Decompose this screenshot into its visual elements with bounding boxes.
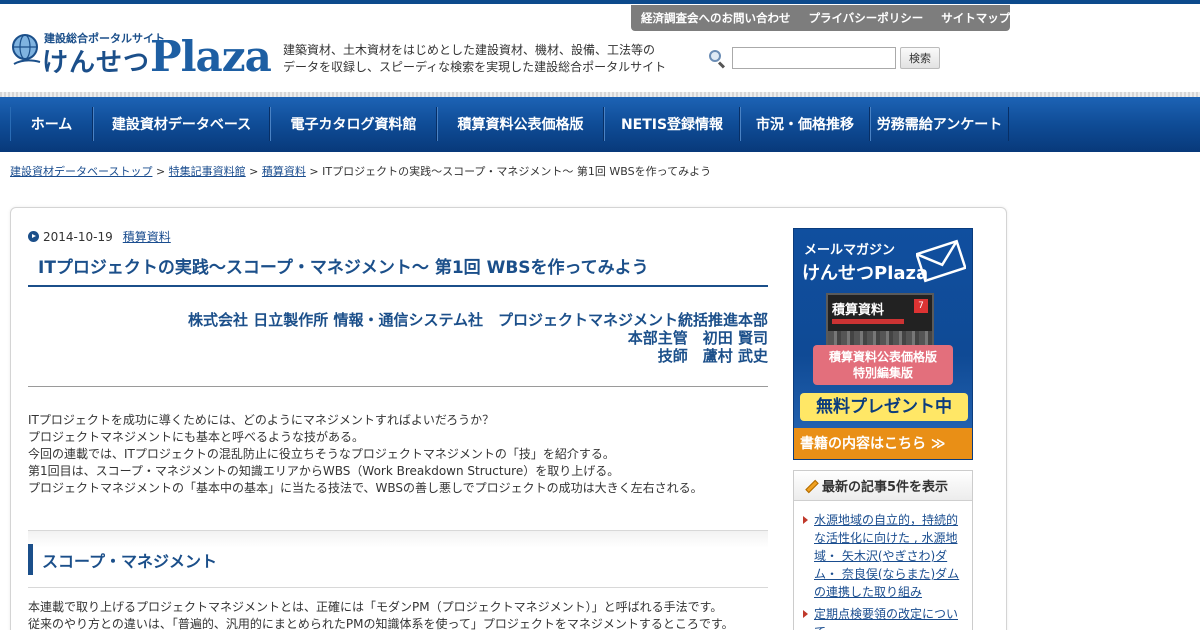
- intro-line: ITプロジェクトを成功に導くためには、どのようにマネジメントすればよいだろうか？: [28, 413, 495, 427]
- intro-line: 第1回目は、スコープ・マネジメントの知識エリアからWBS（Work Breakd…: [28, 464, 620, 478]
- breadcrumb: 建設資材データベーストップ > 特集記事資料館 > 積算資料 > ITプロジェク…: [10, 163, 711, 179]
- logo-plaza: Plaza: [150, 32, 272, 81]
- author-name-1: 本部主管 初田 賢司: [627, 329, 768, 347]
- book-number: 7: [914, 299, 928, 313]
- mail-magazine-banner[interactable]: メールマガジン けんせつPlaza 積算資料 7 積算資料公表価格版 特別編集版…: [793, 228, 973, 460]
- banner-edition-badge: 積算資料公表価格版 特別編集版: [813, 345, 953, 385]
- list-item: 水源地域の自立的，持続的な活性化に向けた , 水源地域・ 矢木沢(やぎさわ)ダム…: [802, 511, 968, 601]
- top-link-sitemap[interactable]: サイトマップ: [941, 10, 1010, 26]
- article-category-link[interactable]: 積算資料: [123, 228, 171, 245]
- pencil-icon: [802, 478, 819, 494]
- edition-line-2: 特別編集版: [852, 366, 913, 380]
- tagline-line-1: 建築資材、土木資材をはじめとした建設資材、機材、設備、工法等の: [283, 43, 656, 57]
- book-band: [832, 319, 904, 324]
- list-item: 定期点検要領の改定について: [802, 605, 968, 630]
- nav-item-catalog[interactable]: 電子カタログ資料館: [270, 107, 437, 141]
- body-line: 本連載で取り上げるプロジェクトマネジメントとは、正確には「モダンPM（プロジェク…: [28, 600, 723, 614]
- recent-articles-box: 最新の記事5件を表示 水源地域の自立的，持続的な活性化に向けた , 水源地域・ …: [793, 470, 973, 630]
- bullet-arrow-icon: [28, 231, 39, 242]
- breadcrumb-current: ITプロジェクトの実践～スコープ・マネジメント～ 第1回 WBSを作ってみよう: [322, 165, 712, 178]
- nav-item-labor-survey[interactable]: 労務需給アンケート: [870, 107, 1009, 141]
- article-intro: ITプロジェクトを成功に導くためには、どのようにマネジメントすればよいだろうか？…: [28, 412, 768, 497]
- recent-article-link[interactable]: 水源地域の自立的，持続的な活性化に向けた , 水源地域・ 矢木沢(やぎさわ)ダム…: [814, 513, 959, 599]
- search-input[interactable]: [732, 47, 896, 69]
- top-link-contact[interactable]: 経済調査会へのお問い合わせ: [641, 10, 791, 26]
- breadcrumb-separator: >: [309, 165, 319, 178]
- site-tagline: 建築資材、土木資材をはじめとした建設資材、機材、設備、工法等の データを収録し、…: [283, 42, 683, 76]
- breadcrumb-separator: >: [155, 165, 166, 178]
- section-heading: スコープ・マネジメント: [28, 530, 768, 588]
- nav-item-market[interactable]: 市況・価格推移: [740, 107, 870, 141]
- banner-heading: メールマガジン: [804, 243, 896, 258]
- search-icon: [708, 49, 726, 69]
- nav-item-material-database[interactable]: 建設資材データベース: [93, 107, 270, 141]
- nav-item-netis[interactable]: NETIS登録情報: [604, 107, 740, 141]
- section-body: 本連載で取り上げるプロジェクトマネジメントとは、正確には「モダンPM（プロジェク…: [28, 599, 768, 630]
- recent-article-link[interactable]: 定期点検要領の改定について: [814, 607, 958, 630]
- site-header: 建設総合ポータルサイト けんせつ Plaza 建築資材、土木資材をはじめとした建…: [0, 4, 1200, 92]
- envelope-icon: [916, 239, 966, 283]
- intro-line: プロジェクトマネジメントの「基本中の基本」に当たる技法で、WBSの善し悪しでプロ…: [28, 481, 703, 495]
- recent-articles-title: 最新の記事5件を表示: [822, 480, 949, 495]
- top-link-privacy[interactable]: プライバシーポリシー: [809, 10, 924, 26]
- site-logo[interactable]: 建設総合ポータルサイト けんせつ Plaza: [8, 30, 272, 82]
- nav-item-price-edition[interactable]: 積算資料公表価格版: [437, 107, 604, 141]
- banner-brand: けんせつPlaza: [802, 263, 929, 284]
- book-title: 積算資料: [832, 303, 885, 318]
- recent-articles-header: 最新の記事5件を表示: [794, 471, 972, 501]
- author-name-2: 技師 蘆村 武史: [657, 347, 768, 365]
- logo-kana: けんせつ: [42, 48, 151, 78]
- article-title: ITプロジェクトの実践～スコープ・マネジメント～ 第1回 WBSを作ってみよう: [28, 254, 768, 287]
- intro-line: プロジェクトマネジメントにも基本と呼べるような技がある。: [28, 430, 365, 444]
- banner-free-label: 無料プレゼント中: [800, 393, 968, 421]
- recent-articles-list: 水源地域の自立的，持続的な活性化に向けた , 水源地域・ 矢木沢(やぎさわ)ダム…: [802, 511, 968, 630]
- breadcrumb-link-features[interactable]: 特集記事資料館: [169, 165, 246, 178]
- edition-line-1: 積算資料公表価格版: [828, 350, 937, 364]
- article-author: 株式会社 日立製作所 情報・通信システム社 プロジェクトマネジメント統括推進本部…: [28, 311, 768, 365]
- search-box: 検索: [708, 46, 940, 70]
- nav-item-home[interactable]: ホーム: [10, 107, 93, 141]
- banner-more-link[interactable]: 書籍の内容はこちら ≫: [794, 428, 972, 459]
- section-heading-text: スコープ・マネジメント: [42, 552, 218, 571]
- breadcrumb-link-category[interactable]: 積算資料: [262, 165, 306, 178]
- article-meta: 2014-10-19 積算資料: [28, 228, 171, 245]
- author-affiliation: 株式会社 日立製作所 情報・通信システム社 プロジェクトマネジメント統括推進本部: [188, 311, 768, 329]
- global-nav: ホーム 建設資材データベース 電子カタログ資料館 積算資料公表価格版 NETIS…: [0, 97, 1200, 152]
- breadcrumb-link-top[interactable]: 建設資材データベーストップ: [10, 165, 152, 178]
- top-links: 経済調査会へのお問い合わせ プライバシーポリシー サイトマップ: [631, 5, 1010, 31]
- tagline-line-2: データを収録し、スピーディな検索を実現した建設総合ポータルサイト: [283, 60, 667, 74]
- divider: [28, 386, 768, 387]
- body-line: 従来のやり方との違いは、「普遍的、汎用的にまとめられたPMの知識体系を使って」プ…: [28, 617, 734, 630]
- breadcrumb-separator: >: [249, 165, 259, 178]
- search-button[interactable]: 検索: [900, 47, 940, 69]
- intro-line: 今回の連載では、ITプロジェクトの混乱防止に役立ちそうなプロジェクトマネジメント…: [28, 447, 615, 461]
- globe-icon: [12, 34, 41, 65]
- article-date: 2014-10-19: [43, 229, 113, 244]
- section-heading-bar: [28, 544, 33, 575]
